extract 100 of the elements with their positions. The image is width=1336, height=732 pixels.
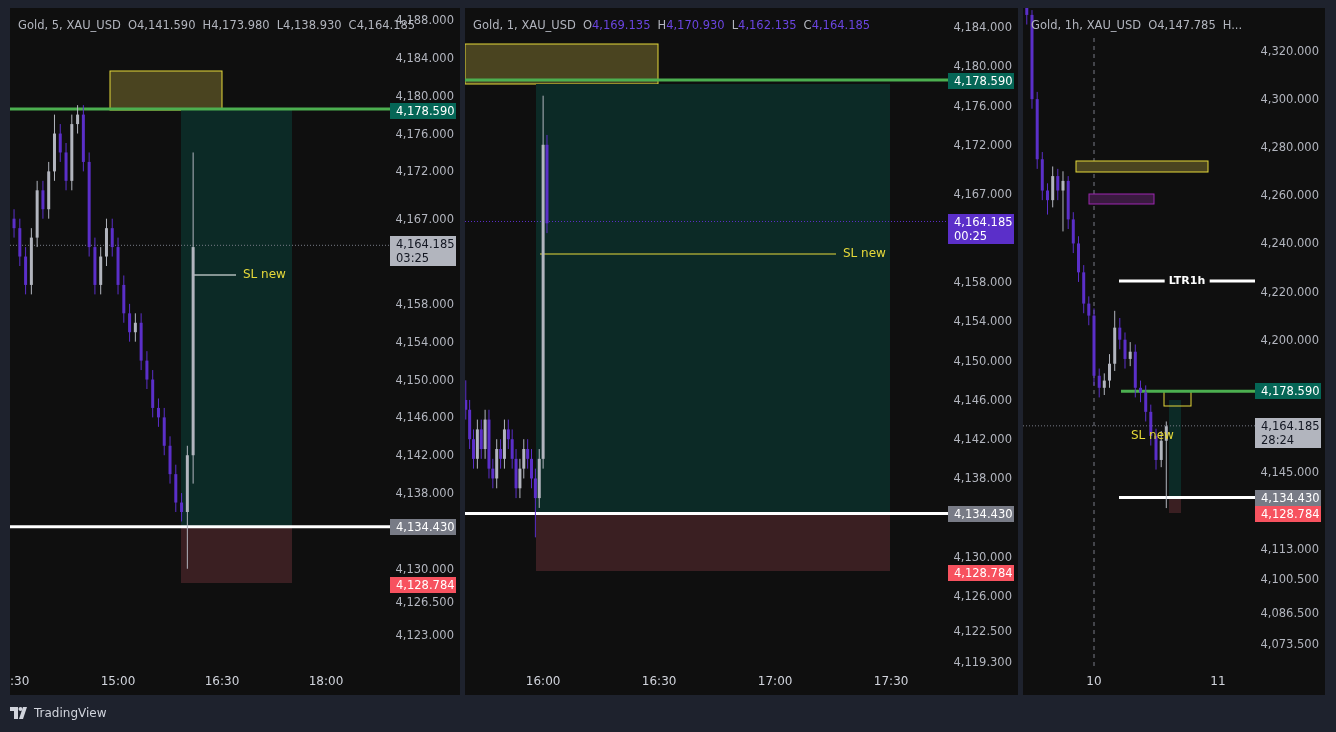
candle: [1108, 353, 1111, 389]
axis-label: 4,123.000: [395, 628, 454, 642]
candle: [47, 161, 51, 220]
ohlc-value: L4,162.135: [731, 18, 797, 32]
candle: [64, 142, 68, 191]
axis-label: 4,180.000: [953, 59, 1012, 74]
axis-label: 4,172.000: [395, 164, 454, 179]
candle: [12, 208, 16, 239]
symbol-title: Gold, 5, XAU_USD: [18, 18, 121, 32]
axis-label: 4,180.000: [395, 88, 454, 103]
axis-label: 4,184.000: [395, 50, 454, 65]
axis-label: 4,150.000: [395, 372, 454, 387]
price-label: 4,164.185 03:25: [390, 236, 456, 266]
axis-label: 4,138.000: [953, 471, 1012, 486]
axis-label: 4,240.000: [1260, 236, 1319, 251]
price-label: 4,178.590: [390, 103, 456, 119]
price-label: 4,164.185 00:25: [948, 214, 1014, 244]
axis-label: 4,086.500: [1260, 605, 1319, 620]
brand-name: TradingView: [34, 706, 107, 720]
axis-label: 4,260.000: [1260, 188, 1319, 203]
candle: [122, 274, 126, 324]
price-label: 4,178.590: [1255, 383, 1321, 399]
price-label: 4,128.784: [390, 577, 456, 593]
axis-label: 4,154.000: [953, 314, 1012, 329]
price-label: 4,134.430: [948, 506, 1014, 522]
axis-label: 4,300.000: [1260, 92, 1319, 107]
axis-label: 4,158.000: [395, 296, 454, 311]
axis-label: 4,176.000: [395, 126, 454, 141]
ohlc-value: C4,164.185: [803, 18, 871, 32]
time-label: 10: [1086, 674, 1102, 688]
axis-label: 4,126.500: [395, 594, 454, 609]
axis-label: 4,280.000: [1260, 140, 1319, 155]
time-label: 11: [1210, 674, 1226, 688]
axis-label: 4,138.000: [395, 486, 454, 501]
axis-label: 4,320.000: [1260, 44, 1319, 58]
time-label: 15:00: [100, 674, 136, 688]
price-label: 4,164.185 28:24: [1255, 418, 1321, 448]
price-label: 4,128.784: [948, 565, 1014, 581]
candle: [35, 180, 39, 248]
axis-label: 4,142.000: [395, 448, 454, 463]
ohlc-value: L4,138.930: [276, 18, 342, 32]
axis-label: 4,167.000: [395, 211, 454, 226]
candle: [53, 114, 56, 182]
highlight-box: [1088, 193, 1155, 205]
axis-label: 4,146.000: [953, 392, 1012, 407]
candle: [145, 350, 149, 390]
axis-label: 4,142.000: [953, 432, 1012, 447]
time-label: 17:30: [873, 674, 909, 688]
axis-label: 4,100.500: [1260, 572, 1319, 587]
axis-label: 4,145.000: [1260, 465, 1319, 479]
time-label: :30: [10, 674, 30, 688]
candle: [1046, 182, 1049, 216]
ohlc-value: H4,170.930: [657, 18, 725, 32]
ohlc-value: H4,173.980: [202, 18, 270, 32]
price-label: 4,178.590: [948, 73, 1014, 89]
time-label: 17:00: [757, 674, 793, 688]
axis-label: 4,130.000: [395, 561, 454, 576]
price-label: 4,134.430: [390, 519, 456, 535]
candle: [58, 123, 62, 163]
candle: [41, 180, 45, 220]
price-label: 4,128.784: [1255, 506, 1321, 522]
axis-label: 4,130.000: [953, 550, 1012, 564]
candle: [174, 464, 178, 513]
candle: [110, 218, 114, 258]
time-label: 16:00: [525, 674, 561, 688]
chart-note: SL new: [243, 267, 286, 281]
axis-label: 4,167.000: [953, 186, 1012, 201]
axis-label: 4,073.500: [1260, 637, 1319, 651]
axis-label: 4,154.000: [395, 334, 454, 349]
candle: [93, 237, 97, 295]
axis-label: 4,122.500: [953, 623, 1012, 638]
axis-label: 4,146.000: [395, 410, 454, 425]
axis-label: 4,119.300: [953, 655, 1012, 669]
axis-label: 4,126.000: [953, 589, 1012, 604]
ohlc-value: H...: [1222, 18, 1243, 32]
candle: [139, 312, 143, 371]
ohlc-value: O4,141.590: [127, 18, 196, 32]
axis-label: 4,220.000: [1260, 284, 1319, 299]
symbol-title: Gold, 1, XAU_USD: [473, 18, 576, 32]
candle: [116, 237, 120, 295]
axis-label: 4,184.000: [953, 20, 1012, 34]
axis-label: 4,113.000: [1260, 541, 1319, 556]
candle: [1139, 380, 1142, 403]
stop-line: [192, 274, 237, 276]
candle: [162, 407, 166, 456]
axis-label: 4,158.000: [953, 275, 1012, 290]
time-label: 16:30: [204, 674, 240, 688]
axis-label: 4,200.000: [1260, 332, 1319, 347]
highlight-box: [1163, 390, 1192, 407]
candle: [168, 435, 172, 485]
price-label: 4,134.430: [1255, 490, 1321, 506]
candle: [1077, 235, 1080, 283]
logo-icon: [10, 707, 30, 719]
axis-label: 4,172.000: [953, 137, 1012, 152]
time-label: 16:30: [641, 674, 677, 688]
time-label: 18:00: [308, 674, 344, 688]
axis-label: 4,150.000: [953, 353, 1012, 368]
candle: [18, 218, 22, 267]
chart-note: SL new: [843, 246, 886, 260]
axis-label: 4,176.000: [953, 98, 1012, 113]
